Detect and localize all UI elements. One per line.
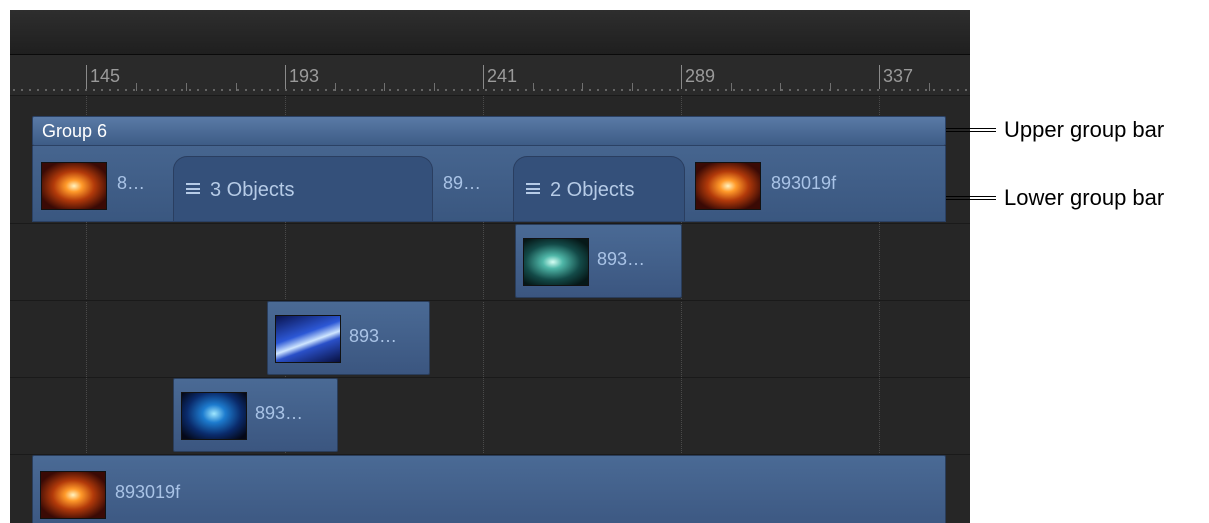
- ruler-minor-tick: [186, 83, 187, 91]
- ruler-label: 193: [289, 66, 320, 86]
- ruler-label: 337: [883, 66, 914, 86]
- list-icon: [526, 183, 540, 194]
- fire-thumbnail: [41, 162, 107, 210]
- clip-label: 893…: [255, 403, 304, 423]
- ruler-minor-tick: [780, 83, 781, 91]
- clip-label[interactable]: 89…: [443, 173, 481, 194]
- clip-label[interactable]: 893019f: [771, 173, 836, 194]
- ruler-minor-tick: [236, 83, 237, 91]
- ruler-label: 241: [487, 66, 518, 86]
- clip-label: 893…: [349, 326, 398, 346]
- fire-thumbnail: [40, 471, 106, 519]
- group-title: Group 6: [42, 121, 108, 141]
- track-separator: [10, 300, 970, 301]
- ruler-minor-tick: [632, 83, 633, 91]
- upper-callout-line: [946, 128, 996, 132]
- folder-label: 2 Objects: [550, 179, 635, 201]
- clip-label: 893…: [597, 249, 646, 269]
- clip-blue[interactable]: 893…: [267, 301, 430, 375]
- ruler-minor-tick: [136, 83, 137, 91]
- timeline-header-bar: [10, 10, 970, 55]
- track-area: Group 6 8… 3 Objects 89… 2 Objects 89301…: [10, 96, 970, 523]
- folder-2-objects[interactable]: 2 Objects: [513, 156, 685, 221]
- folder-3-objects[interactable]: 3 Objects: [173, 156, 433, 221]
- track-separator: [10, 377, 970, 378]
- ruler-minor-tick: [731, 83, 732, 91]
- folder-label: 3 Objects: [210, 179, 295, 201]
- upper-group-bar[interactable]: Group 6: [32, 116, 946, 146]
- ruler-minor-tick: [533, 83, 534, 91]
- clip-teal[interactable]: 893…: [515, 224, 682, 298]
- timeline-panel: 145 193 241 289 337 Group 6 8… 3 Objects…: [10, 10, 970, 523]
- upper-callout-label: Upper group bar: [1004, 117, 1165, 142]
- clip-label[interactable]: 8…: [117, 173, 145, 194]
- clip-cyan[interactable]: 893…: [173, 378, 338, 452]
- ruler-minor-tick: [434, 83, 435, 91]
- track-separator: [10, 223, 970, 224]
- ruler-minor-tick: [582, 83, 583, 91]
- clip-label: 893019f: [115, 482, 181, 502]
- ruler-minor-tick: [830, 83, 831, 91]
- lower-group-bar[interactable]: 8… 3 Objects 89… 2 Objects 893019f: [32, 146, 946, 222]
- ruler-label: 145: [90, 66, 121, 86]
- cyan-thumbnail: [181, 392, 247, 440]
- blue-thumbnail: [275, 315, 341, 363]
- clip-fire-long[interactable]: 893019f: [32, 455, 946, 523]
- ruler-minor-tick: [384, 83, 385, 91]
- ruler-minor-tick: [335, 83, 336, 91]
- ruler-minor-tick: [929, 83, 930, 91]
- fire-thumbnail: [695, 162, 761, 210]
- ruler-label: 289: [685, 66, 716, 86]
- time-ruler[interactable]: 145 193 241 289 337: [10, 55, 970, 96]
- lower-callout-label: Lower group bar: [1004, 185, 1165, 210]
- lower-callout-line: [946, 196, 996, 200]
- teal-thumbnail: [523, 238, 589, 286]
- list-icon: [186, 183, 200, 194]
- ruler-minor-dots: [10, 89, 970, 91]
